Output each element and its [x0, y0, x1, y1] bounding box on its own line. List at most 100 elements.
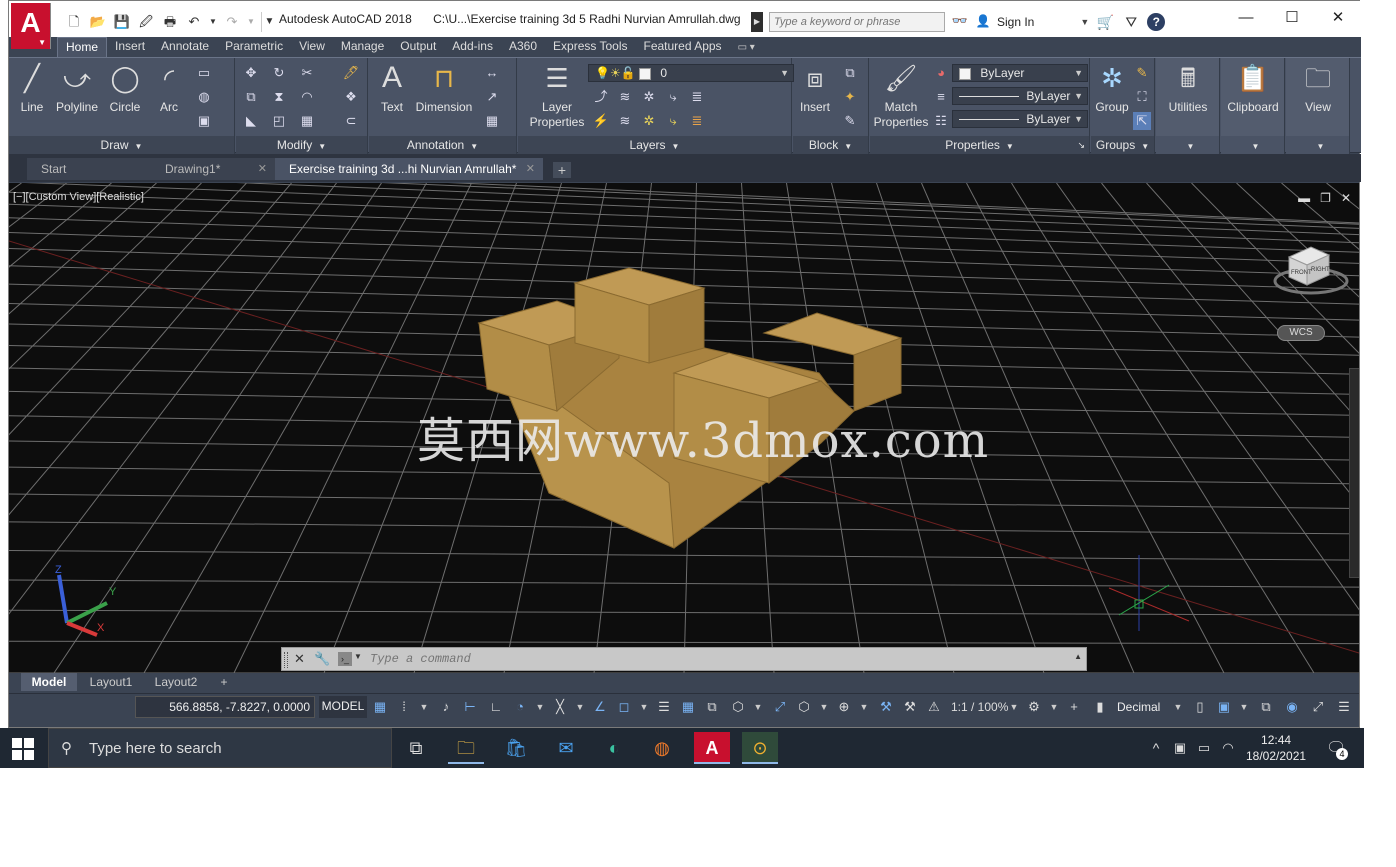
infocenter-expand-icon[interactable]: ▶: [751, 12, 763, 32]
file-explorer-icon[interactable]: 🗀: [448, 732, 484, 764]
scale-dropdown-icon[interactable]: ▼: [1009, 698, 1019, 716]
plot-icon[interactable]: 🖶: [161, 13, 179, 31]
erase-icon[interactable]: 🖊: [342, 64, 360, 82]
lineweight-toggle-icon[interactable]: ☰: [655, 698, 673, 716]
insert-block-button[interactable]: ⧈ Insert: [795, 62, 835, 115]
close-command-line-icon[interactable]: ✕: [294, 651, 305, 667]
customization-menu-icon[interactable]: ☰: [1335, 698, 1353, 716]
open-file-icon[interactable]: 📂: [89, 13, 107, 31]
snap-dropdown-icon[interactable]: ▼: [419, 698, 429, 716]
add-layout-icon[interactable]: +: [215, 673, 233, 691]
file-tab-drawing1[interactable]: Drawing1* ✕: [151, 158, 275, 180]
move-icon[interactable]: ✥: [242, 64, 260, 82]
isodraft-icon[interactable]: ╳: [551, 698, 569, 716]
group-edit-icon[interactable]: ⛶: [1133, 88, 1151, 106]
firefox-icon[interactable]: ◍: [644, 732, 680, 764]
modify-panel-title[interactable]: Modify ▼: [236, 136, 367, 154]
rotate-icon[interactable]: ↻: [270, 64, 288, 82]
draw-panel-title[interactable]: Draw ▼: [9, 136, 234, 154]
utilities-button[interactable]: 🖩 Utilities: [1158, 62, 1218, 115]
meet-now-icon[interactable]: ▣: [1170, 732, 1190, 764]
undo-dropdown-icon[interactable]: ▼: [209, 13, 217, 31]
linear-dimension-icon[interactable]: ↔: [483, 64, 501, 82]
layer-tool-9-icon[interactable]: ⤷: [664, 112, 682, 130]
tab-annotate[interactable]: Annotate: [153, 37, 217, 57]
edge-browser-icon[interactable]: ◐: [596, 732, 632, 764]
tab-manage[interactable]: Manage: [333, 37, 392, 57]
annotation-panel-title[interactable]: Annotation ▼: [369, 136, 516, 154]
quick-properties-icon[interactable]: ▯: [1191, 698, 1209, 716]
dynamic-input-icon[interactable]: ⊢: [461, 698, 479, 716]
new-tab-button[interactable]: +: [553, 162, 571, 178]
scale-icon[interactable]: ◰: [270, 112, 288, 130]
coordinate-display[interactable]: 566.8858, -7.8227, 0.0000: [135, 696, 315, 718]
hardware-acceleration-icon[interactable]: ◉: [1283, 698, 1301, 716]
osnap-dropdown-icon[interactable]: ▼: [639, 698, 649, 716]
fillet-icon[interactable]: ◠: [298, 88, 316, 106]
layout-tab-model[interactable]: Model: [21, 673, 77, 691]
wrench-icon[interactable]: 🔧: [314, 651, 330, 667]
stretch-icon[interactable]: ◣: [242, 112, 260, 130]
selection-cycling-icon[interactable]: ⧉: [703, 698, 721, 716]
block-panel-title[interactable]: Block ▼: [793, 136, 868, 154]
grid-icon[interactable]: ▦: [371, 698, 389, 716]
tab-insert[interactable]: Insert: [107, 37, 153, 57]
new-file-icon[interactable]: 🗋: [65, 13, 83, 31]
close-icon[interactable]: ✕: [1315, 1, 1361, 35]
tab-express-tools[interactable]: Express Tools: [545, 37, 635, 57]
layer-dropdown[interactable]: 💡☀🔓 0 ▼: [588, 64, 794, 82]
polar-tracking-icon[interactable]: ◔: [511, 698, 529, 716]
system-clock[interactable]: 12:44 18/02/2021: [1246, 732, 1306, 764]
viewport-restore-icon[interactable]: ❐: [1320, 191, 1331, 205]
application-menu-button[interactable]: A ▼: [11, 3, 51, 49]
properties-panel-title[interactable]: Properties ▼ ↘: [870, 136, 1089, 154]
microsoft-store-icon[interactable]: 🛍: [498, 732, 534, 764]
auto-scale-icon[interactable]: ⚒: [901, 698, 919, 716]
filter-dropdown-icon[interactable]: ▼: [819, 698, 829, 716]
ortho-icon[interactable]: ∟: [487, 698, 505, 716]
annotation-visibility-icon[interactable]: ⚒: [877, 698, 895, 716]
annotation-monitor-icon[interactable]: +: [1065, 698, 1083, 716]
ribbon-display-options-icon[interactable]: ▭ ▾: [730, 42, 755, 53]
redo-dropdown-icon[interactable]: ▼: [247, 13, 255, 31]
mail-icon[interactable]: ✉: [548, 732, 584, 764]
viewcube[interactable]: FRONT RIGHT: [1271, 239, 1351, 309]
clipboard-dropdown[interactable]: ▼: [1221, 136, 1284, 154]
close-tab-icon[interactable]: ✕: [258, 158, 267, 180]
save-as-icon[interactable]: 🖉: [137, 13, 155, 31]
view-dropdown[interactable]: ▼: [1286, 136, 1349, 154]
mirror-icon[interactable]: ⧗: [270, 88, 288, 106]
undo-icon[interactable]: ↶: [185, 13, 203, 31]
table-icon[interactable]: ▦: [483, 112, 501, 130]
explode-icon[interactable]: ❖: [342, 88, 360, 106]
polyline-button[interactable]: ⤻ Polyline: [53, 62, 101, 115]
layer-properties-button[interactable]: ☰ Layer Properties: [522, 62, 592, 130]
copy-icon[interactable]: ⧉: [242, 88, 260, 106]
layer-tool-1-icon[interactable]: ⤴: [592, 88, 610, 106]
close-tab-icon[interactable]: ✕: [526, 158, 535, 180]
offset-icon[interactable]: ⊂: [342, 112, 360, 130]
clean-screen-icon[interactable]: ⤢: [1309, 698, 1327, 716]
maximize-icon[interactable]: ☐: [1269, 1, 1315, 35]
rectangle-icon[interactable]: ▭: [195, 64, 213, 82]
lineweight-dropdown[interactable]: ByLayer ▼: [952, 110, 1088, 128]
layer-tool-10-icon[interactable]: ≣: [688, 112, 706, 130]
command-history-icon[interactable]: ▲: [1074, 652, 1082, 661]
group-button[interactable]: ✲ Group: [1093, 62, 1131, 115]
gizmo-dropdown-icon[interactable]: ▼: [859, 698, 869, 716]
view-button[interactable]: 🗀 View: [1288, 62, 1348, 115]
hatch-icon[interactable]: ◍: [195, 88, 213, 106]
file-tab-start[interactable]: Start: [27, 158, 153, 180]
array-icon[interactable]: ▦: [298, 112, 316, 130]
show-hidden-icons-icon[interactable]: ^: [1146, 732, 1166, 764]
command-input[interactable]: [370, 650, 1070, 668]
units-icon[interactable]: ▮: [1091, 698, 1109, 716]
polar-dropdown-icon[interactable]: ▼: [535, 698, 545, 716]
edit-block-icon[interactable]: ✦: [841, 88, 859, 106]
ungroup-icon[interactable]: ✎: [1133, 64, 1151, 82]
transparency-icon[interactable]: ▦: [679, 698, 697, 716]
sign-in-dropdown-icon[interactable]: ▼: [1080, 17, 1089, 27]
windows-start-icon[interactable]: [12, 738, 34, 760]
selection-filter-icon[interactable]: ⬡: [795, 698, 813, 716]
layer-tool-3-icon[interactable]: ✲: [640, 88, 658, 106]
